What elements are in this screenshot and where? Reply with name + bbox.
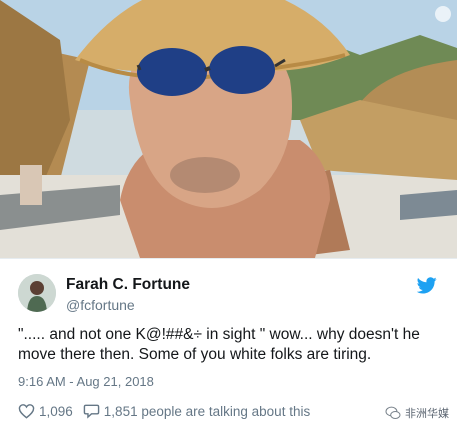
likes-count: 1,096	[39, 403, 73, 419]
wechat-icon	[385, 406, 401, 419]
author-name[interactable]: Farah C. Fortune	[66, 276, 190, 294]
watermark: 非洲华媒	[385, 405, 449, 421]
author-handle[interactable]: @fcfortune	[66, 297, 135, 313]
twitter-bird-icon[interactable]	[417, 277, 437, 294]
avatar[interactable]	[18, 274, 56, 312]
info-icon[interactable]	[435, 6, 451, 22]
speech-bubble-icon[interactable]	[83, 403, 100, 419]
video-frame-photo	[0, 0, 457, 258]
tweet-card: Farah C. Fortune @fcfortune "..... and n…	[0, 258, 457, 434]
watermark-text: 非洲华媒	[405, 408, 449, 420]
tweet-text: "..... and not one K@!##&÷ in sight " wo…	[18, 326, 420, 363]
heart-icon[interactable]	[18, 403, 35, 419]
tweet-actions: 1,096 1,851 people are talking about thi…	[18, 402, 310, 420]
talking-about-text[interactable]: 1,851 people are talking about this	[104, 404, 310, 419]
tweet-timestamp[interactable]: 9:16 AM - Aug 21, 2018	[18, 374, 154, 389]
